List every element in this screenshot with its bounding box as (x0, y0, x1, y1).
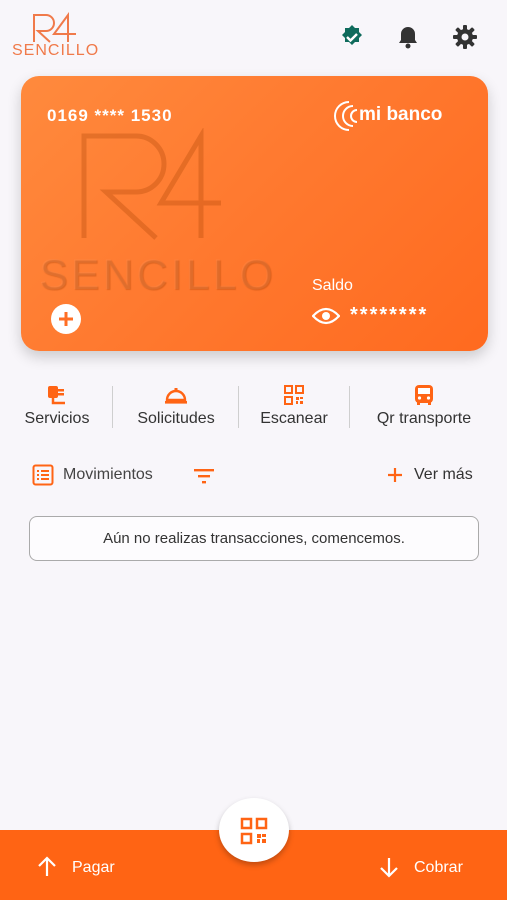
add-button[interactable] (51, 304, 81, 334)
qr-fab-button[interactable] (219, 798, 289, 862)
movements-header: Movimientos Ver más (0, 458, 507, 494)
service-bell-icon (165, 388, 187, 404)
eye-icon[interactable] (312, 306, 340, 326)
charge-label: Cobrar (414, 859, 463, 876)
action-label: Escanear (260, 410, 328, 427)
qr-scan-icon (284, 385, 304, 405)
plug-icon (48, 386, 65, 405)
card-watermark-text: SENCILLO (39, 251, 276, 299)
balance-value: ******** (350, 304, 429, 326)
action-servicios[interactable]: Servicios (14, 378, 100, 434)
see-more-button[interactable]: Ver más (384, 462, 484, 490)
app-logo: SENCILLO (12, 12, 102, 60)
action-label: Servicios (24, 410, 90, 427)
logo-text: SENCILLO (12, 42, 100, 59)
r4-watermark (81, 128, 221, 240)
qr-code-icon (240, 817, 268, 845)
plus-icon (59, 312, 73, 326)
bank-name: mi banco (359, 104, 443, 125)
divider (238, 386, 239, 428)
r4-logo-mark (33, 12, 76, 43)
divider (349, 386, 350, 428)
arrow-up-icon (38, 856, 56, 876)
movements-label: Movimientos (63, 466, 153, 483)
gear-icon[interactable] (452, 24, 478, 50)
top-bar: SENCILLO (0, 0, 507, 70)
divider (112, 386, 113, 428)
quick-actions: Servicios Solicitudes Escanear Qr transp… (0, 378, 507, 438)
action-escanear[interactable]: Escanear (250, 378, 338, 434)
filter-icon[interactable] (192, 464, 216, 488)
list-icon (32, 464, 54, 486)
charge-button[interactable]: Cobrar (378, 854, 488, 882)
balance-label: Saldo (312, 277, 353, 294)
account-card[interactable]: 0169 **** 1530 mi banco SENCILLO Saldo *… (21, 76, 488, 351)
arrow-down-icon (380, 858, 398, 878)
pay-label: Pagar (72, 859, 115, 876)
bus-icon (415, 385, 433, 405)
pay-button[interactable]: Pagar (36, 854, 136, 882)
see-more-label: Ver más (414, 466, 473, 483)
action-solicitudes[interactable]: Solicitudes (124, 378, 228, 434)
bell-icon[interactable] (395, 24, 421, 50)
empty-state-message: Aún no realizas transacciones, comencemo… (29, 516, 479, 561)
action-qr-transporte[interactable]: Qr transporte (362, 378, 486, 434)
plus-icon (388, 468, 402, 482)
action-label: Solicitudes (137, 410, 215, 427)
card-number: 0169 **** 1530 (47, 106, 173, 125)
action-label: Qr transporte (376, 410, 472, 427)
verified-badge-icon[interactable] (339, 24, 365, 50)
